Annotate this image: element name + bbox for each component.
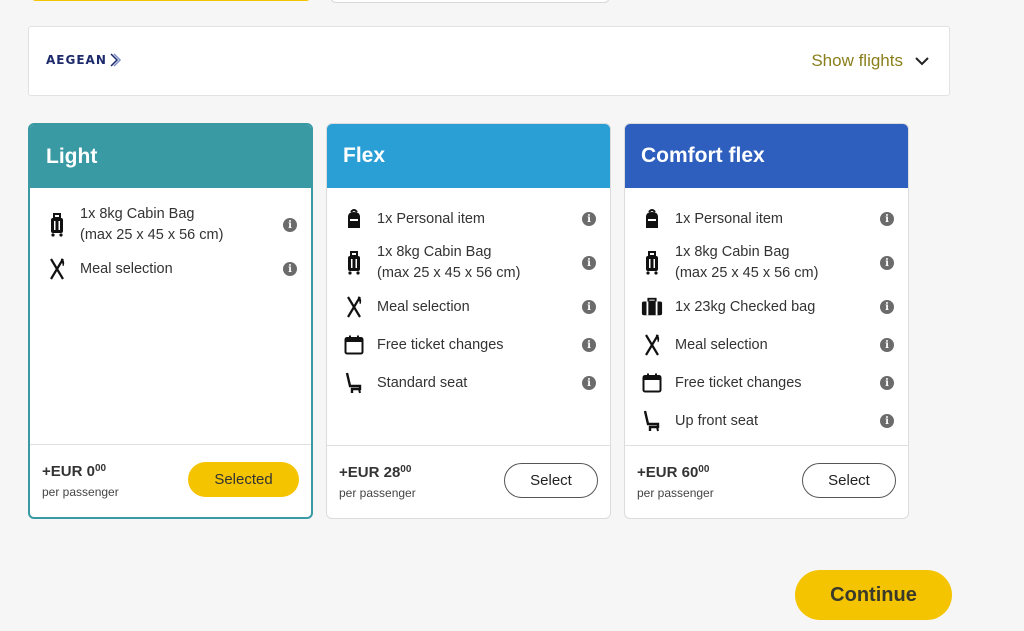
cabin-bag-icon [343,250,365,276]
continue-button[interactable]: Continue [795,570,952,620]
fare-feature-list: 1x Personal item i 1x 8kg Cabin Bag (max 2… [625,188,908,440]
previous-step-tab [30,0,312,1]
cabin-bag-icon [641,250,663,276]
airline-logo-text: AEGEAN [46,53,107,67]
info-icon[interactable]: i [880,300,894,314]
personal-item-icon [343,206,365,232]
meal-icon [343,294,365,320]
fare-feature: Meal selection i [30,250,311,288]
fare-feature: Free ticket changes i [327,326,610,364]
fare-price-cents: 00 [94,463,107,474]
meal-icon [641,332,663,358]
fare-feature-list: 1x 8kg Cabin Bag (max 25 x 45 x 56 cm) i M… [30,188,311,288]
fare-feature-label: Free ticket changes [377,336,504,353]
select-fare-button[interactable]: Select [504,463,598,498]
fare-feature: Free ticket changes i [625,364,908,402]
fare-feature-label: Meal selection [675,336,768,353]
per-passenger-label: per passenger [339,486,416,500]
fare-price-main: +EUR 28 [339,464,401,481]
previous-step-tab-secondary [330,0,610,3]
fare-feature-label: 1x 8kg Cabin Bag (max 25 x 45 x 56 cm) [377,244,521,281]
fare-card-flex[interactable]: Flex 1x Personal item i 1x 8kg Cabin Bag (m… [326,123,611,519]
select-fare-button[interactable]: Select [802,463,896,498]
airline-logo: AEGEAN [46,53,122,67]
calendar-icon [343,332,365,358]
fare-feature-label: Standard seat [377,374,468,391]
fare-feature-label: 1x 8kg Cabin Bag (max 25 x 45 x 56 cm) [80,206,224,243]
calendar-icon [641,370,663,396]
fare-feature-label: 1x Personal item [377,210,485,227]
info-icon[interactable]: i [880,212,894,226]
aegean-wing-icon [110,53,121,67]
fare-title: Flex [327,124,610,188]
airline-flight-bar: AEGEAN Show flights [28,26,950,96]
fare-feature-label: 1x 8kg Cabin Bag (max 25 x 45 x 56 cm) [675,244,819,281]
fare-feature-label: 1x 23kg Checked bag [675,298,816,315]
fare-footer: +EUR 2800 per passenger Select [327,445,610,518]
fare-price: +EUR 6000 [637,464,709,481]
checked-bag-icon [641,294,663,320]
info-icon[interactable]: i [582,376,596,390]
info-icon[interactable]: i [283,262,297,276]
meal-icon [46,256,68,282]
fare-price-cents: 00 [400,464,412,475]
fare-feature: Up front seat i [625,402,908,440]
fare-feature: 1x Personal item i [327,200,610,238]
fare-price-cents: 00 [698,464,710,475]
info-icon[interactable]: i [880,338,894,352]
fare-footer: +EUR 6000 per passenger Select [625,445,908,518]
fare-price: +EUR 000 [42,463,106,480]
show-flights-toggle[interactable]: Show flights [811,51,929,71]
fare-feature: Meal selection i [327,288,610,326]
cabin-bag-icon [46,212,68,238]
fare-feature-list: 1x Personal item i 1x 8kg Cabin Bag (max 2… [327,188,610,402]
fare-price: +EUR 2800 [339,464,411,481]
per-passenger-label: per passenger [637,486,714,500]
info-icon[interactable]: i [582,256,596,270]
fare-feature: Meal selection i [625,326,908,364]
fare-feature-label: Up front seat [675,412,759,429]
fare-price-main: +EUR 60 [637,464,699,481]
fare-card-light[interactable]: Light 1x 8kg Cabin Bag (max 25 x 45 x 56 … [28,123,313,519]
info-icon[interactable]: i [582,212,596,226]
info-icon[interactable]: i [582,300,596,314]
fare-feature: 1x 8kg Cabin Bag (max 25 x 45 x 56 cm) i [327,238,610,288]
fare-feature-label: Meal selection [80,260,173,277]
fare-feature: 1x Personal item i [625,200,908,238]
fare-price-main: +EUR 0 [42,463,95,480]
fare-feature-label: Free ticket changes [675,374,802,391]
info-icon[interactable]: i [582,338,596,352]
fare-feature-label: Meal selection [377,298,470,315]
fare-feature: Standard seat i [327,364,610,402]
fare-title: Light [30,125,311,188]
fare-footer: +EUR 000 per passenger Selected [30,444,311,517]
seat-icon [641,408,663,434]
fare-feature: 1x 8kg Cabin Bag (max 25 x 45 x 56 cm) i [625,238,908,288]
per-passenger-label: per passenger [42,485,119,499]
chevron-down-icon [915,57,929,66]
fare-feature-label: 1x Personal item [675,210,783,227]
fare-feature: 1x 23kg Checked bag i [625,288,908,326]
selected-fare-button[interactable]: Selected [188,462,299,497]
info-icon[interactable]: i [880,256,894,270]
info-icon[interactable]: i [880,414,894,428]
fare-card-comfort-flex[interactable]: Comfort flex 1x Personal item i 1x 8kg Cabi… [624,123,909,519]
seat-icon [343,370,365,396]
info-icon[interactable]: i [880,376,894,390]
fare-feature: 1x 8kg Cabin Bag (max 25 x 45 x 56 cm) i [30,200,311,250]
fare-title: Comfort flex [625,124,908,188]
info-icon[interactable]: i [283,218,297,232]
personal-item-icon [641,206,663,232]
show-flights-label: Show flights [811,51,903,70]
